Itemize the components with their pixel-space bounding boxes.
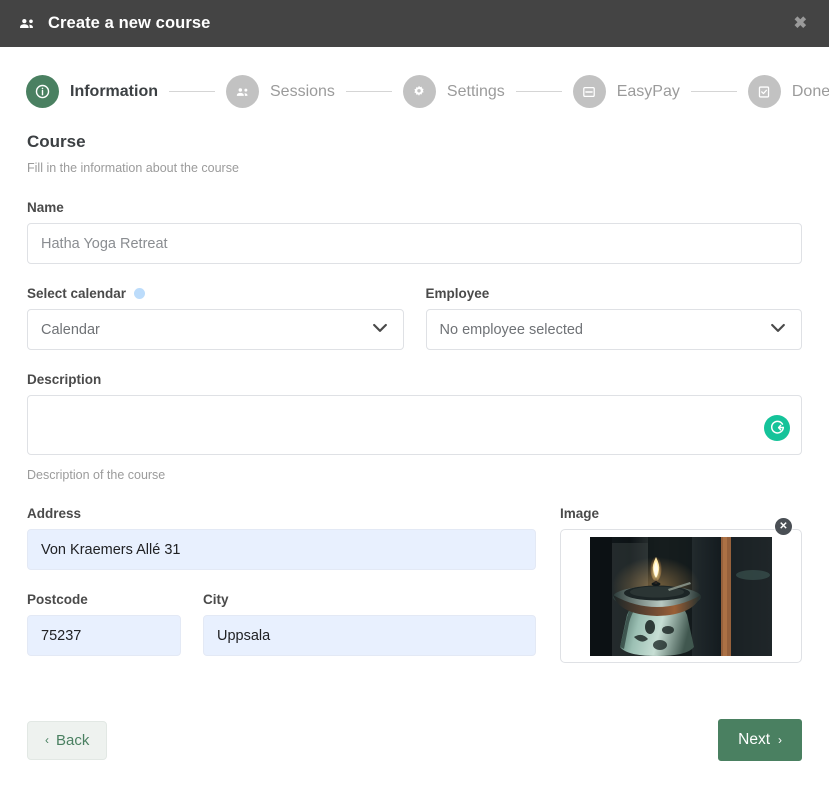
chevron-right-icon: › xyxy=(778,733,782,747)
name-field-group: Name xyxy=(27,200,802,264)
description-field-group: Description Description of the course xyxy=(27,372,802,482)
employee-field-group: Employee xyxy=(425,286,802,350)
step-label-easypay: EasyPay xyxy=(616,82,680,100)
remove-image-icon[interactable]: ✕ xyxy=(774,517,793,536)
step-settings[interactable]: Settings xyxy=(402,75,505,108)
credit-card-icon xyxy=(572,75,606,108)
users-group-icon xyxy=(18,14,37,33)
description-input[interactable] xyxy=(27,395,802,455)
step-easypay[interactable]: EasyPay xyxy=(572,75,680,108)
calendar-employee-row: Select calendar Employee xyxy=(27,286,802,350)
description-label: Description xyxy=(27,372,102,387)
info-circle-icon xyxy=(26,75,59,108)
city-input[interactable] xyxy=(203,615,536,656)
modal-footer: ‹ Back Next › xyxy=(0,701,829,785)
step-connector xyxy=(690,90,737,93)
next-button[interactable]: Next › xyxy=(718,719,802,761)
employee-select-wrap[interactable] xyxy=(425,309,802,350)
employee-label: Employee xyxy=(425,286,490,301)
city-label: City xyxy=(203,592,229,607)
modal-header-left: Create a new course xyxy=(18,14,210,33)
address-column: Address Postcode City xyxy=(27,506,536,663)
course-image-thumbnail xyxy=(590,536,772,656)
image-label: Image xyxy=(560,506,600,521)
grammarly-icon[interactable] xyxy=(764,414,790,441)
address-input[interactable] xyxy=(27,529,536,570)
step-sessions[interactable]: Sessions xyxy=(226,75,335,108)
clipboard-check-icon xyxy=(747,75,781,108)
step-label-done: Done xyxy=(791,82,829,100)
image-upload-area: ✕ xyxy=(560,517,802,663)
calendar-field-group: Select calendar xyxy=(27,286,404,350)
postcode-city-row: Postcode City xyxy=(27,592,536,656)
chevron-left-icon: ‹ xyxy=(45,733,49,747)
name-input[interactable] xyxy=(27,223,802,264)
postcode-input[interactable] xyxy=(27,615,181,656)
back-button[interactable]: ‹ Back xyxy=(27,720,108,760)
image-column: Image ✕ xyxy=(560,506,802,663)
employee-select[interactable] xyxy=(425,309,802,350)
image-preview-box[interactable] xyxy=(560,529,802,663)
address-field-group: Address xyxy=(27,506,536,570)
calendar-select[interactable] xyxy=(27,309,404,350)
description-textarea-wrap xyxy=(27,395,802,460)
wizard-stepper: Information Sessions Settings EasyPay Do… xyxy=(0,47,829,108)
modal-title: Create a new course xyxy=(48,14,211,32)
section-title: Course xyxy=(27,132,86,151)
calendar-label-text: Select calendar xyxy=(27,286,127,301)
step-done[interactable]: Done xyxy=(747,75,829,108)
step-information[interactable]: Information xyxy=(26,75,158,108)
calendar-select-wrap[interactable] xyxy=(27,309,404,350)
gear-icon xyxy=(402,75,436,108)
close-icon[interactable]: ✖ xyxy=(788,12,813,36)
users-group-icon xyxy=(226,75,259,108)
step-connector xyxy=(515,90,562,93)
step-label-settings: Settings xyxy=(446,82,505,100)
postcode-label: Postcode xyxy=(27,592,88,607)
address-label: Address xyxy=(27,506,82,521)
step-label-information: Information xyxy=(70,82,158,100)
calendar-color-dot-icon xyxy=(134,288,146,299)
description-help-text: Description of the course xyxy=(27,468,166,482)
step-connector xyxy=(345,90,392,93)
step-label-sessions: Sessions xyxy=(270,82,335,100)
city-field-group: City xyxy=(203,592,536,656)
next-button-label: Next xyxy=(738,731,770,748)
calendar-label: Select calendar xyxy=(27,286,404,301)
section-subtitle: Fill in the information about the course xyxy=(27,161,239,175)
postcode-field-group: Postcode xyxy=(27,592,181,656)
modal-header: Create a new course ✖ xyxy=(0,0,829,47)
step-connector xyxy=(169,90,215,93)
create-course-modal: Create a new course ✖ Information Sessio… xyxy=(0,0,829,785)
name-label: Name xyxy=(27,200,64,215)
modal-body: Course Fill in the information about the… xyxy=(0,108,829,701)
back-button-label: Back xyxy=(56,731,90,749)
address-image-row: Address Postcode City Image xyxy=(27,506,802,663)
